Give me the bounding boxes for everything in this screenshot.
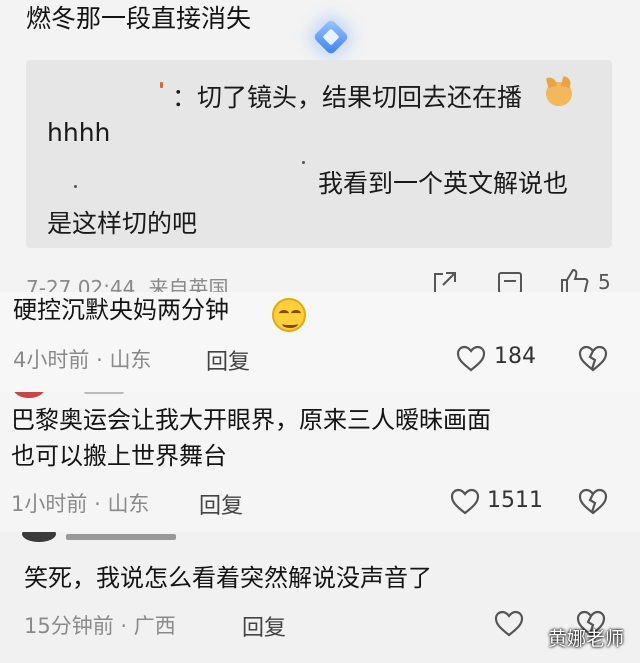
emoji-eye	[279, 310, 289, 317]
thumbs-up-icon[interactable]	[559, 268, 589, 292]
watermark: 黄娜老师	[548, 628, 625, 650]
quote-line-1: ：切了镜头，结果切回去还在播	[172, 83, 523, 112]
comment-2-meta: 1小时前 · 山东	[11, 488, 149, 518]
comment-1-meta: 4小时前 · 山东	[13, 344, 151, 374]
comment-1-like-count: 184	[494, 344, 536, 369]
heart-icon[interactable]	[456, 345, 486, 372]
username-fragment	[74, 185, 77, 188]
diamond-badge-icon	[312, 18, 350, 56]
meta-separator: ·	[96, 348, 103, 372]
comment-1: 硬控沉默央妈两分钟 4小时前 · 山东 回复 184	[0, 292, 640, 392]
meta-separator: ·	[94, 492, 101, 516]
quote-line-4: 是这样切的吧	[47, 209, 198, 238]
emoji-eye	[291, 310, 301, 317]
comment-1-text: 硬控沉默央妈两分钟	[13, 296, 229, 324]
comment-3-text: 笑死，我说怎么看着突然解说没声音了	[24, 564, 432, 592]
comment-2-reply-button[interactable]: 回复	[199, 488, 243, 520]
comment-2-line-1: 巴黎奥运会让我大开眼界，原来三人暧昧画面	[11, 406, 491, 434]
smirk-emoji-icon	[272, 298, 306, 332]
username-fragment	[84, 392, 124, 394]
username-fragment	[302, 161, 305, 164]
broken-heart-icon[interactable]	[578, 345, 608, 372]
comment-2-location: 山东	[107, 492, 150, 516]
heart-icon[interactable]	[450, 488, 480, 515]
comment-3: 笑死，我说怎么看着突然解说没声音了 15分钟前 · 广西 回复	[0, 532, 640, 663]
comment-2-like-count: 1511	[487, 488, 543, 513]
username-fragment	[66, 534, 176, 540]
comment-1-time: 4小时前	[13, 348, 90, 372]
comment-1-reply-button[interactable]: 回复	[206, 344, 250, 376]
comment-icon[interactable]	[497, 270, 523, 292]
top-comment-location: 来自英国	[148, 276, 229, 292]
comment-2-time: 1小时前	[11, 492, 88, 516]
username-fragment	[160, 82, 163, 88]
comment-3-location: 广西	[133, 614, 176, 638]
meta-separator: ·	[120, 614, 128, 638]
top-comment-meta: 7-27 02:44 来自英国	[26, 272, 266, 292]
comment-2: 巴黎奥运会让我大开眼界，原来三人暧昧画面 也可以搬上世界舞台 1小时前 · 山东…	[0, 392, 640, 532]
broken-heart-icon[interactable]	[578, 488, 608, 515]
thread-quote-section: 燃冬那一段直接消失 ：切了镜头，结果切回去还在播 hhhh 我看到一个英文解说也…	[0, 0, 640, 292]
comment-3-reply-button[interactable]: 回复	[242, 610, 286, 642]
top-comment-likes: 5	[598, 270, 628, 292]
comment-3-time: 15分钟前	[24, 614, 114, 638]
top-comment-like-count: 5	[598, 270, 611, 292]
top-comment-text: 燃冬那一段直接消失	[26, 4, 252, 33]
avatar[interactable]	[22, 532, 56, 542]
avatar[interactable]	[13, 392, 45, 398]
comment-2-line-2: 也可以搬上世界舞台	[11, 442, 227, 470]
comment-1-location: 山东	[109, 348, 152, 372]
top-comment-time: 7-27 02:44	[26, 276, 136, 292]
comment-3-meta: 15分钟前 · 广西	[24, 610, 176, 640]
quote-line-3: 我看到一个英文解说也	[318, 169, 569, 198]
emoji-mouth	[282, 320, 298, 328]
quote-line-2: hhhh	[47, 118, 111, 147]
share-icon[interactable]	[432, 270, 458, 292]
dog-emoji-icon	[546, 82, 572, 106]
quoted-reply-box[interactable]: ：切了镜头，结果切回去还在播 hhhh 我看到一个英文解说也 是这样切的吧	[26, 60, 612, 248]
heart-icon[interactable]	[494, 610, 524, 637]
